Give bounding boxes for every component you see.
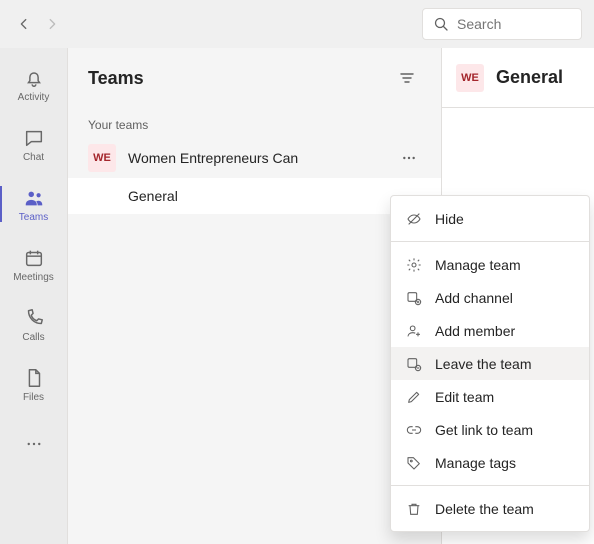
filter-button[interactable] [393,64,421,92]
menu-manage-tags[interactable]: Manage tags [391,446,589,479]
rail-more[interactable] [0,424,68,464]
rail-teams[interactable]: Teams [0,176,68,232]
calendar-icon [22,246,46,270]
menu-separator [391,485,589,486]
menu-label: Hide [435,211,464,227]
team-row[interactable]: WE Women Entrepreneurs Can [68,138,441,178]
file-icon [22,366,46,390]
filter-icon [399,70,415,86]
menu-get-link[interactable]: Get link to team [391,413,589,446]
team-name: Women Entrepreneurs Can [128,150,385,166]
team-context-menu: Hide Manage team Add channel Add member … [390,195,590,532]
rail-label: Calls [22,332,44,343]
pencil-icon [405,388,423,406]
channel-avatar: WE [456,64,484,92]
forward-button[interactable] [40,12,64,36]
teams-title: Teams [88,68,144,89]
menu-label: Leave the team [435,356,532,372]
menu-separator [391,241,589,242]
rail-label: Teams [19,212,48,223]
rail-chat[interactable]: Chat [0,116,68,172]
rail-activity[interactable]: Activity [0,56,68,112]
rail-label: Activity [18,92,50,103]
team-more-button[interactable] [397,146,421,170]
more-icon [401,150,417,166]
search-input[interactable] [457,16,571,32]
add-channel-icon [405,289,423,307]
teams-icon [22,186,46,210]
rail-label: Meetings [13,272,54,283]
app-rail: Activity Chat Teams Meetings Calls [0,48,68,544]
rail-label: Files [23,392,44,403]
rail-label: Chat [23,152,44,163]
rail-calls[interactable]: Calls [0,296,68,352]
teams-panel: Teams Your teams WE Women Entrepreneurs … [68,48,442,544]
menu-edit-team[interactable]: Edit team [391,380,589,413]
search-icon [433,16,449,32]
tag-icon [405,454,423,472]
menu-label: Add channel [435,290,513,306]
link-icon [405,421,423,439]
add-member-icon [405,322,423,340]
menu-label: Add member [435,323,515,339]
menu-label: Delete the team [435,501,534,517]
search-box[interactable] [422,8,582,40]
menu-label: Get link to team [435,422,533,438]
menu-label: Manage team [435,257,521,273]
chat-icon [22,126,46,150]
gear-icon [405,256,423,274]
more-icon [25,435,43,453]
section-label: Your teams [68,108,441,138]
rail-files[interactable]: Files [0,356,68,412]
menu-label: Manage tags [435,455,516,471]
menu-add-channel[interactable]: Add channel [391,281,589,314]
channel-title: General [496,67,563,88]
phone-icon [22,306,46,330]
menu-hide[interactable]: Hide [391,202,589,235]
channel-name: General [128,188,178,204]
rail-meetings[interactable]: Meetings [0,236,68,292]
channel-row[interactable]: General [68,178,441,214]
hide-icon [405,210,423,228]
title-bar [0,0,594,48]
leave-icon [405,355,423,373]
team-avatar: WE [88,144,116,172]
trash-icon [405,500,423,518]
channel-header: WE General [442,48,594,108]
menu-label: Edit team [435,389,494,405]
menu-manage-team[interactable]: Manage team [391,248,589,281]
menu-leave-team[interactable]: Leave the team [391,347,589,380]
back-button[interactable] [12,12,36,36]
nav-arrows [12,12,64,36]
teams-header: Teams [68,48,441,108]
menu-delete-team[interactable]: Delete the team [391,492,589,525]
menu-add-member[interactable]: Add member [391,314,589,347]
bell-icon [22,66,46,90]
